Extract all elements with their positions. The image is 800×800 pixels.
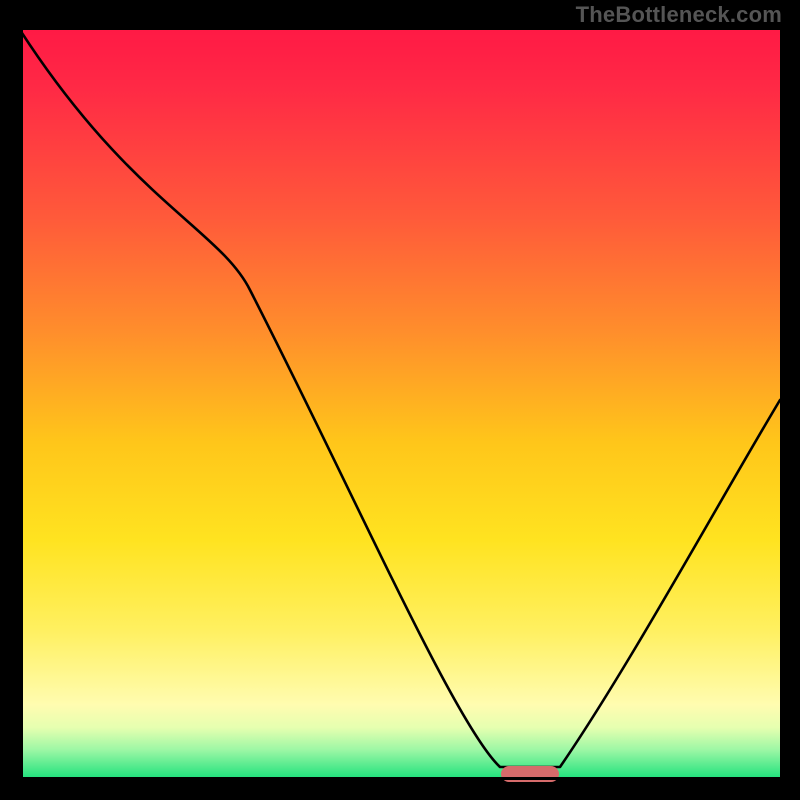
y-axis — [20, 30, 23, 780]
curve-path — [20, 30, 780, 767]
watermark-text: TheBottleneck.com — [576, 2, 782, 28]
chart-frame: TheBottleneck.com — [0, 0, 800, 800]
plot-area — [20, 30, 780, 780]
x-axis — [20, 777, 780, 780]
bottleneck-curve — [20, 30, 780, 780]
